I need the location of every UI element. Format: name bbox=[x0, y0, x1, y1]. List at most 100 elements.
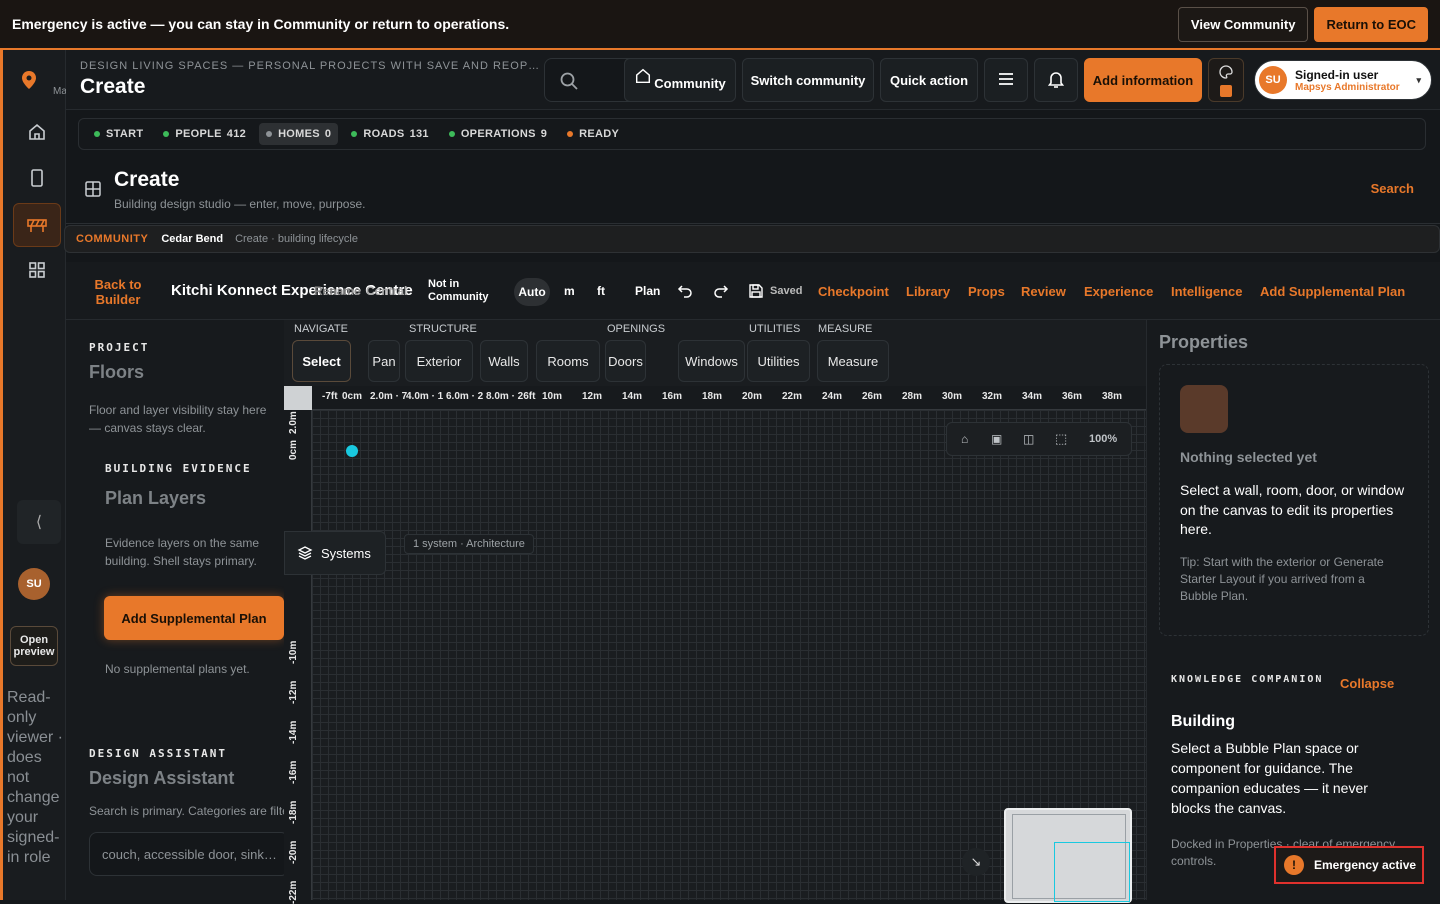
avatar: SU bbox=[1259, 66, 1287, 94]
undo-icon[interactable] bbox=[677, 283, 693, 304]
plan-view-toggle[interactable]: Plan bbox=[635, 284, 660, 298]
unit-ft-toggle[interactable]: ft bbox=[597, 284, 605, 298]
floors-title[interactable]: Floors bbox=[89, 362, 144, 383]
ruler-tick-label: 20m bbox=[742, 391, 763, 402]
quick-action-button[interactable]: Quick action bbox=[880, 58, 978, 102]
status-chip-operations[interactable]: OPERATIONS 9 bbox=[442, 123, 554, 145]
ruler-tick-label: -7ft bbox=[322, 391, 338, 402]
notifications-button[interactable] bbox=[1034, 58, 1078, 102]
community-name[interactable]: Cedar Bend bbox=[161, 233, 223, 245]
map-pin-logo-icon[interactable] bbox=[20, 70, 38, 89]
ruler-tick-label: -18m bbox=[288, 800, 299, 824]
tablet-icon[interactable] bbox=[17, 158, 57, 198]
user-name: Signed-in user bbox=[1295, 67, 1379, 82]
home-icon[interactable] bbox=[17, 112, 57, 152]
tool-utilities-button[interactable]: Utilities bbox=[747, 340, 810, 382]
add-supplemental-plan-button[interactable]: Add Supplemental Plan bbox=[104, 596, 284, 640]
plan-layers-title[interactable]: Plan Layers bbox=[105, 488, 206, 509]
theme-button[interactable] bbox=[1208, 58, 1244, 102]
section-title: Create bbox=[114, 168, 180, 191]
ruler-tick-label: 32m bbox=[982, 391, 1003, 402]
review-link[interactable]: Review bbox=[1021, 284, 1066, 299]
systems-button[interactable]: Systems bbox=[284, 531, 386, 575]
status-dot bbox=[163, 131, 170, 137]
tool-measure-button[interactable]: Measure bbox=[817, 340, 889, 382]
experience-link[interactable]: Experience bbox=[1084, 284, 1153, 299]
redo-icon[interactable] bbox=[713, 283, 729, 304]
status-chip-ready[interactable]: READY bbox=[560, 123, 626, 145]
rename-link[interactable]: Rename bbox=[314, 284, 361, 298]
unit-auto-toggle[interactable]: Auto bbox=[514, 278, 550, 306]
tool-doors-button[interactable]: Doors bbox=[605, 340, 646, 382]
color-swatch bbox=[1220, 84, 1232, 97]
status-chip-homes[interactable]: HOMES 0 bbox=[259, 123, 339, 145]
emergency-banner: Emergency is active — you can stay in Co… bbox=[0, 0, 1440, 50]
page-title: Create bbox=[80, 75, 146, 98]
community-button[interactable]: Community bbox=[624, 58, 736, 102]
return-eoc-button[interactable]: Return to EOC bbox=[1314, 6, 1428, 42]
saved-status: Saved bbox=[770, 285, 803, 297]
section-subtitle: Building design studio — enter, move, pu… bbox=[114, 197, 366, 211]
nothing-selected-text: Nothing selected yet bbox=[1180, 449, 1317, 465]
building-evidence-heading: BUILDING EVIDENCE bbox=[105, 462, 252, 475]
fit-view-icon[interactable]: ▣ bbox=[991, 432, 1002, 446]
status-label: PEOPLE bbox=[175, 128, 222, 140]
tool-rooms-button[interactable]: Rooms bbox=[536, 340, 600, 382]
home-view-icon[interactable]: ⌂ bbox=[961, 432, 968, 446]
select-area-icon[interactable]: ⬚ bbox=[1055, 431, 1067, 447]
minimap-viewport[interactable] bbox=[1054, 842, 1130, 902]
section-header: Create Building design studio — enter, m… bbox=[66, 160, 1440, 224]
construction-barrier-icon[interactable] bbox=[13, 203, 61, 247]
search-link[interactable]: Search bbox=[1371, 181, 1414, 196]
expand-arrow-icon[interactable]: ↘ bbox=[962, 848, 990, 876]
intelligence-link[interactable]: Intelligence bbox=[1171, 284, 1243, 299]
status-label: READY bbox=[579, 128, 620, 140]
checkpoint-link[interactable]: Checkpoint bbox=[818, 284, 889, 299]
avatar[interactable]: SU bbox=[18, 568, 50, 600]
central-label: Central bbox=[366, 284, 408, 298]
ruler-tick-label: 6.0m · 2 bbox=[446, 391, 484, 402]
menu-button[interactable] bbox=[984, 58, 1028, 102]
cursor-point[interactable] bbox=[346, 445, 358, 457]
split-view-icon[interactable]: ◫ bbox=[1023, 432, 1034, 446]
plan-layers-note: Evidence layers on the same building. Sh… bbox=[105, 536, 260, 568]
user-menu[interactable]: SU Signed-in user Mapsys Administrator ▾ bbox=[1254, 60, 1432, 100]
alert-icon: ! bbox=[1284, 855, 1304, 875]
breadcrumb: DESIGN LIVING SPACES — PERSONAL PROJECTS… bbox=[80, 60, 541, 72]
collapse-rail-button[interactable]: ⟨ bbox=[17, 500, 61, 544]
collapse-link[interactable]: Collapse bbox=[1340, 676, 1394, 691]
add-information-button[interactable]: Add information bbox=[1084, 58, 1202, 102]
ruler-tick-label: -22m bbox=[288, 880, 299, 904]
design-assistant-search-input[interactable]: couch, accessible door, sink… bbox=[89, 832, 289, 876]
ruler-tick-label: 26m bbox=[862, 391, 883, 402]
design-canvas[interactable]: ⌂ ▣ ◫ ⬚ 100% ↘ bbox=[312, 410, 1146, 903]
add-supplemental-plan-link[interactable]: Add Supplemental Plan bbox=[1260, 284, 1405, 299]
status-chip-start[interactable]: START bbox=[87, 123, 150, 145]
grid-apps-icon[interactable] bbox=[17, 250, 57, 290]
zoom-level[interactable]: 100% bbox=[1089, 433, 1117, 445]
status-label: ROADS bbox=[363, 128, 405, 140]
view-community-button[interactable]: View Community bbox=[1177, 6, 1309, 42]
properties-panel: Properties Nothing selected yet Select a… bbox=[1146, 320, 1440, 900]
tool-walls-button[interactable]: Walls bbox=[480, 340, 528, 382]
status-chip-roads[interactable]: ROADS 131 bbox=[344, 123, 436, 145]
ruler-tick-label: -10m bbox=[288, 640, 299, 664]
project-heading: PROJECT bbox=[89, 341, 150, 354]
switch-community-button[interactable]: Switch community bbox=[742, 58, 874, 102]
readonly-note: Read-only viewer · does not change your … bbox=[7, 689, 64, 866]
tool-exterior-button[interactable]: Exterior bbox=[405, 340, 473, 382]
status-label: HOMES bbox=[278, 128, 320, 140]
tool-windows-button[interactable]: Windows bbox=[678, 340, 745, 382]
tool-pan-button[interactable]: Pan bbox=[368, 340, 400, 382]
ruler-tick-label: 18m bbox=[702, 391, 723, 402]
tool-select-button[interactable]: Select bbox=[292, 340, 351, 382]
props-link[interactable]: Props bbox=[968, 284, 1005, 299]
emergency-active-badge[interactable]: ! Emergency active bbox=[1274, 846, 1424, 884]
open-preview-button[interactable]: Open preview bbox=[10, 626, 58, 666]
unit-m-toggle[interactable]: m bbox=[564, 284, 575, 298]
back-to-builder-link[interactable]: Back to Builder bbox=[92, 277, 144, 307]
library-link[interactable]: Library bbox=[906, 284, 950, 299]
status-chip-people[interactable]: PEOPLE 412 bbox=[156, 123, 253, 145]
user-info: Signed-in user Mapsys Administrator bbox=[1295, 68, 1400, 93]
minimap[interactable] bbox=[1004, 808, 1132, 903]
